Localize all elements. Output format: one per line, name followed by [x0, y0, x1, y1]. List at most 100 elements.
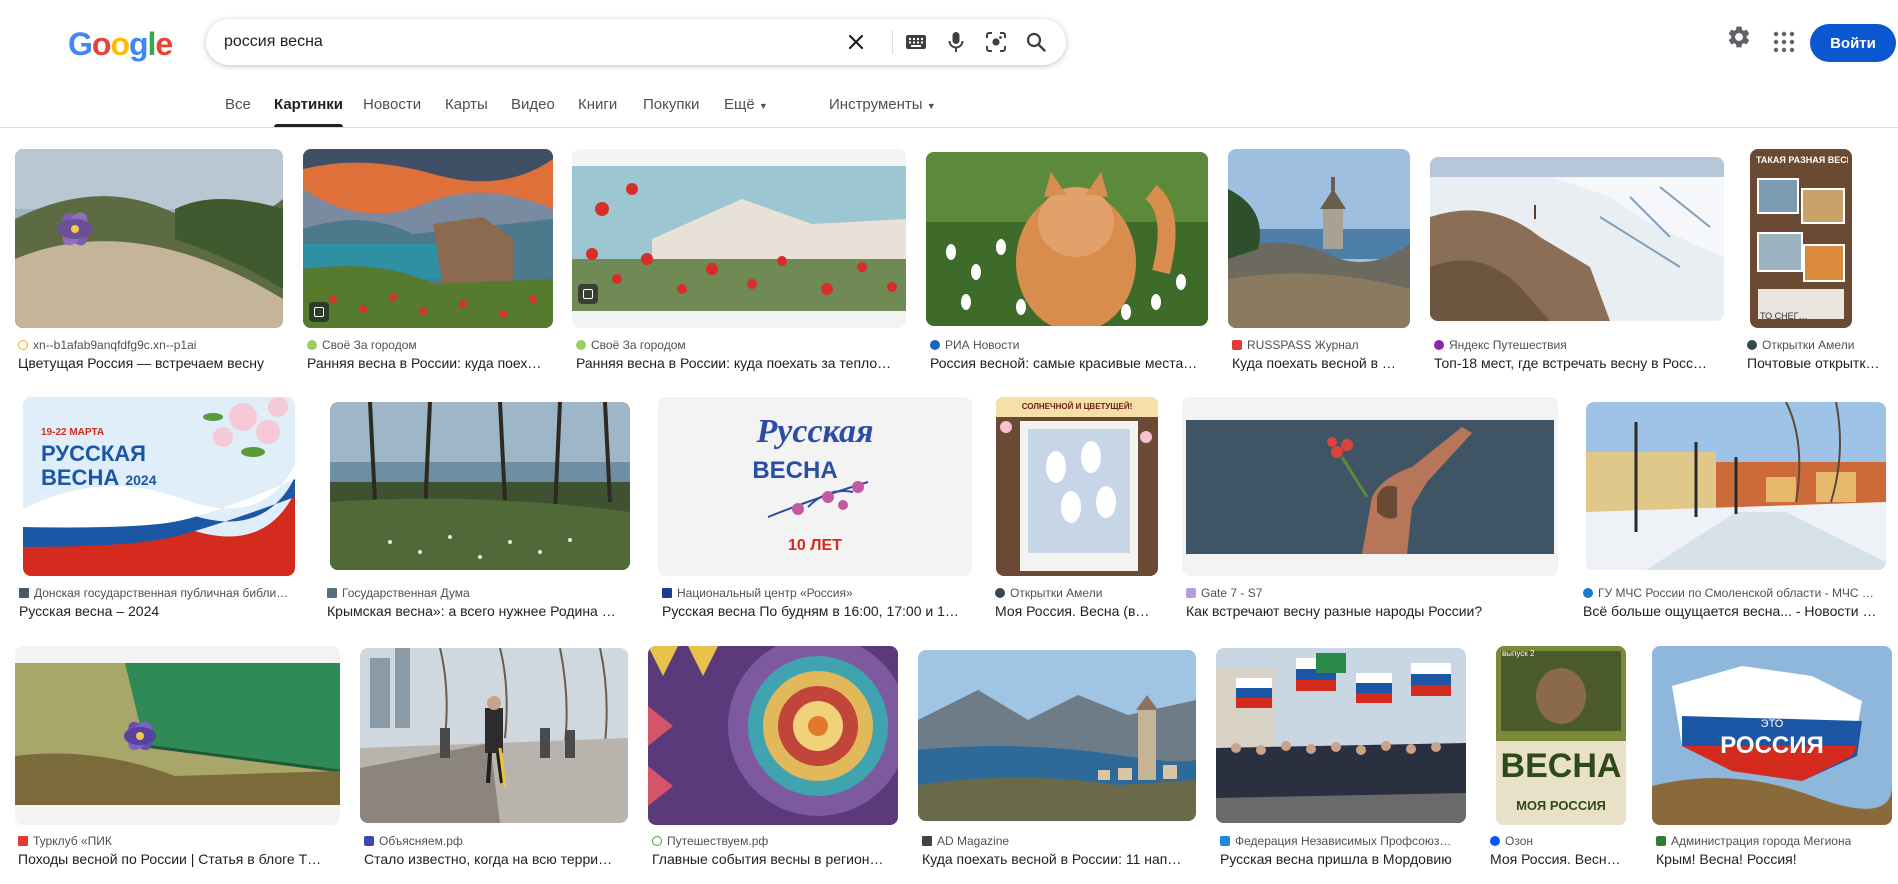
- result-title[interactable]: Походы весной по России | Статья в блоге…: [18, 851, 340, 867]
- tab-images[interactable]: Картинки: [274, 96, 344, 127]
- image-chapel-shore: [1228, 149, 1410, 328]
- result-thumbnail[interactable]: [572, 149, 906, 328]
- result-source: РИА Новости: [930, 338, 1208, 352]
- logo-letter: g: [128, 26, 149, 62]
- logo-text: ВЕСНА: [752, 457, 838, 484]
- tab-more[interactable]: Ещё ▼: [724, 96, 768, 113]
- result-source: Своё За городом: [307, 338, 553, 352]
- ameli-icon: [995, 588, 1005, 598]
- sign-in-button[interactable]: Войти: [1810, 24, 1896, 62]
- result-thumbnail[interactable]: Русская ВЕСНА 10 ЛЕТ: [658, 397, 972, 576]
- tab-news[interactable]: Новости: [363, 96, 421, 113]
- result-source: Gate 7 - S7: [1186, 586, 1558, 600]
- result-title[interactable]: Русская весна – 2024: [19, 603, 297, 619]
- clear-icon[interactable]: [844, 30, 868, 54]
- source-name: Объясняем.рф: [379, 834, 463, 848]
- source-name: RUSSPASS Журнал: [1247, 338, 1359, 352]
- tab-videos[interactable]: Видео: [511, 96, 555, 113]
- result-thumbnail[interactable]: [1228, 149, 1410, 328]
- apps-grid-icon[interactable]: [1772, 30, 1796, 59]
- image-snowy-street: [1586, 402, 1886, 570]
- result-thumbnail[interactable]: [360, 648, 628, 823]
- source-name: Федерация Независимых Профсоюз…: [1235, 834, 1452, 848]
- source-name: Gate 7 - S7: [1201, 586, 1263, 600]
- settings-icon[interactable]: [1726, 24, 1752, 55]
- result-source: Озон: [1490, 834, 1630, 848]
- result-source: RUSSPASS Журнал: [1232, 338, 1410, 352]
- result-title[interactable]: Всё больше ощущается весна... - Новости …: [1583, 603, 1883, 619]
- image-bay-mountains: [918, 650, 1196, 821]
- postcard-subtitle: МОЯ РОССИЯ: [1516, 798, 1606, 813]
- result-thumbnail[interactable]: [918, 650, 1196, 821]
- result-thumbnail[interactable]: 19-22 МАРТА РУССКАЯ ВЕСНА 2024: [23, 397, 295, 576]
- result-title[interactable]: Как встречают весну разные народы России…: [1186, 603, 1558, 619]
- result-title[interactable]: Россия весной: самые красивые места…: [930, 355, 1208, 371]
- result-title[interactable]: Почтовые открытк…: [1747, 355, 1887, 371]
- result-thumbnail[interactable]: [303, 149, 553, 328]
- result-thumbnail[interactable]: КРЫМ ЭТО РОССИЯ: [1652, 646, 1892, 825]
- caret-down-icon: ▼: [758, 101, 768, 111]
- result-title[interactable]: Ранняя весна в России: куда поехать за т…: [576, 355, 906, 371]
- result-thumbnail[interactable]: [648, 646, 898, 825]
- result-title[interactable]: Моя Россия. Весна (в…: [995, 603, 1160, 619]
- result-thumbnail[interactable]: [330, 402, 630, 570]
- tab-books[interactable]: Книги: [578, 96, 617, 113]
- google-logo[interactable]: Google: [68, 26, 173, 63]
- poster-year: 2024: [125, 472, 157, 488]
- result-thumbnail[interactable]: [926, 152, 1208, 326]
- result-thumbnail[interactable]: СОЛНЕЧНОЙ И ЦВЕТУЩЕЙ!: [996, 397, 1158, 576]
- postcard-title: ВЕСНА: [1500, 747, 1622, 785]
- result-title[interactable]: Куда поехать весной в …: [1232, 355, 1410, 371]
- image-coast-sunset: [303, 149, 553, 328]
- source-name: Турклуб «ПИК: [33, 834, 112, 848]
- poster-title: РУССКАЯ: [41, 441, 146, 466]
- postcard-caption: выпуск 2: [1502, 649, 1535, 658]
- logo-years: 10 ЛЕТ: [788, 537, 842, 554]
- result-title[interactable]: Русская весна пришла в Мордовию: [1220, 851, 1466, 867]
- result-title[interactable]: Крымская весна»: а всего нужнее Родина …: [327, 603, 633, 619]
- result-source: Путешествуем.рф: [652, 834, 898, 848]
- map-caption: КРЫМ: [1738, 690, 1806, 715]
- image-embankment-walk: [360, 648, 628, 823]
- result-title[interactable]: Цветущая Россия — встречаем весну: [18, 355, 282, 371]
- result-thumbnail[interactable]: [1586, 402, 1886, 570]
- result-thumbnail[interactable]: [1216, 648, 1466, 823]
- microphone-icon[interactable]: [944, 30, 968, 54]
- search-box: [206, 19, 1066, 65]
- result-thumbnail[interactable]: [1430, 157, 1724, 321]
- logo-letter: G: [68, 26, 93, 62]
- tab-shopping[interactable]: Покупки: [643, 96, 699, 113]
- result-source: Турклуб «ПИК: [18, 834, 340, 848]
- image-ice-lake-cliff: [1430, 157, 1724, 321]
- result-thumbnail[interactable]: [15, 149, 283, 328]
- keyboard-icon[interactable]: [904, 30, 928, 54]
- result-source: Федерация Независимых Профсоюз…: [1220, 834, 1466, 848]
- result-title[interactable]: Куда поехать весной в России: 11 нап…: [922, 851, 1196, 867]
- search-divider: [892, 30, 893, 54]
- tab-tools-label: Инструменты: [829, 96, 923, 113]
- search-input[interactable]: [224, 19, 824, 65]
- postcard-caption: ТО СНЕГ…: [1760, 311, 1808, 321]
- ad-icon: [922, 836, 932, 846]
- result-thumbnail[interactable]: ТАКАЯ РАЗНАЯ ВЕСНА! ТО СНЕГ…: [1750, 149, 1852, 328]
- tab-tools[interactable]: Инструменты ▼: [829, 96, 936, 113]
- result-title[interactable]: Главные события весны в регион…: [652, 851, 898, 867]
- result-title[interactable]: Топ-18 мест, где встречать весну в Росс…: [1434, 355, 1724, 371]
- result-title[interactable]: Крым! Весна! Россия!: [1656, 851, 1892, 867]
- tab-maps[interactable]: Карты: [445, 96, 488, 113]
- lens-camera-icon[interactable]: [984, 30, 1008, 54]
- result-title[interactable]: Моя Россия. Весн…: [1490, 851, 1630, 867]
- source-name: Озон: [1505, 834, 1534, 848]
- result-source: Открытки Амели: [1747, 338, 1887, 352]
- result-thumbnail[interactable]: выпуск 2 ВЕСНА МОЯ РОССИЯ: [1496, 646, 1626, 825]
- result-thumbnail[interactable]: [15, 646, 340, 825]
- result-title[interactable]: Ранняя весна в России: куда поех…: [307, 355, 553, 371]
- source-name: ГУ МЧС России по Смоленской области - МЧ…: [1598, 586, 1874, 600]
- result-title[interactable]: Русская весна По будням в 16:00, 17:00 и…: [662, 603, 972, 619]
- tab-all[interactable]: Все: [225, 96, 251, 113]
- result-title[interactable]: Стало известно, когда на всю терри…: [364, 851, 628, 867]
- image-forest-snowdrops: [330, 402, 630, 570]
- search-icon[interactable]: [1024, 30, 1048, 54]
- result-thumbnail[interactable]: [1182, 397, 1558, 576]
- mchs-icon: [1583, 588, 1593, 598]
